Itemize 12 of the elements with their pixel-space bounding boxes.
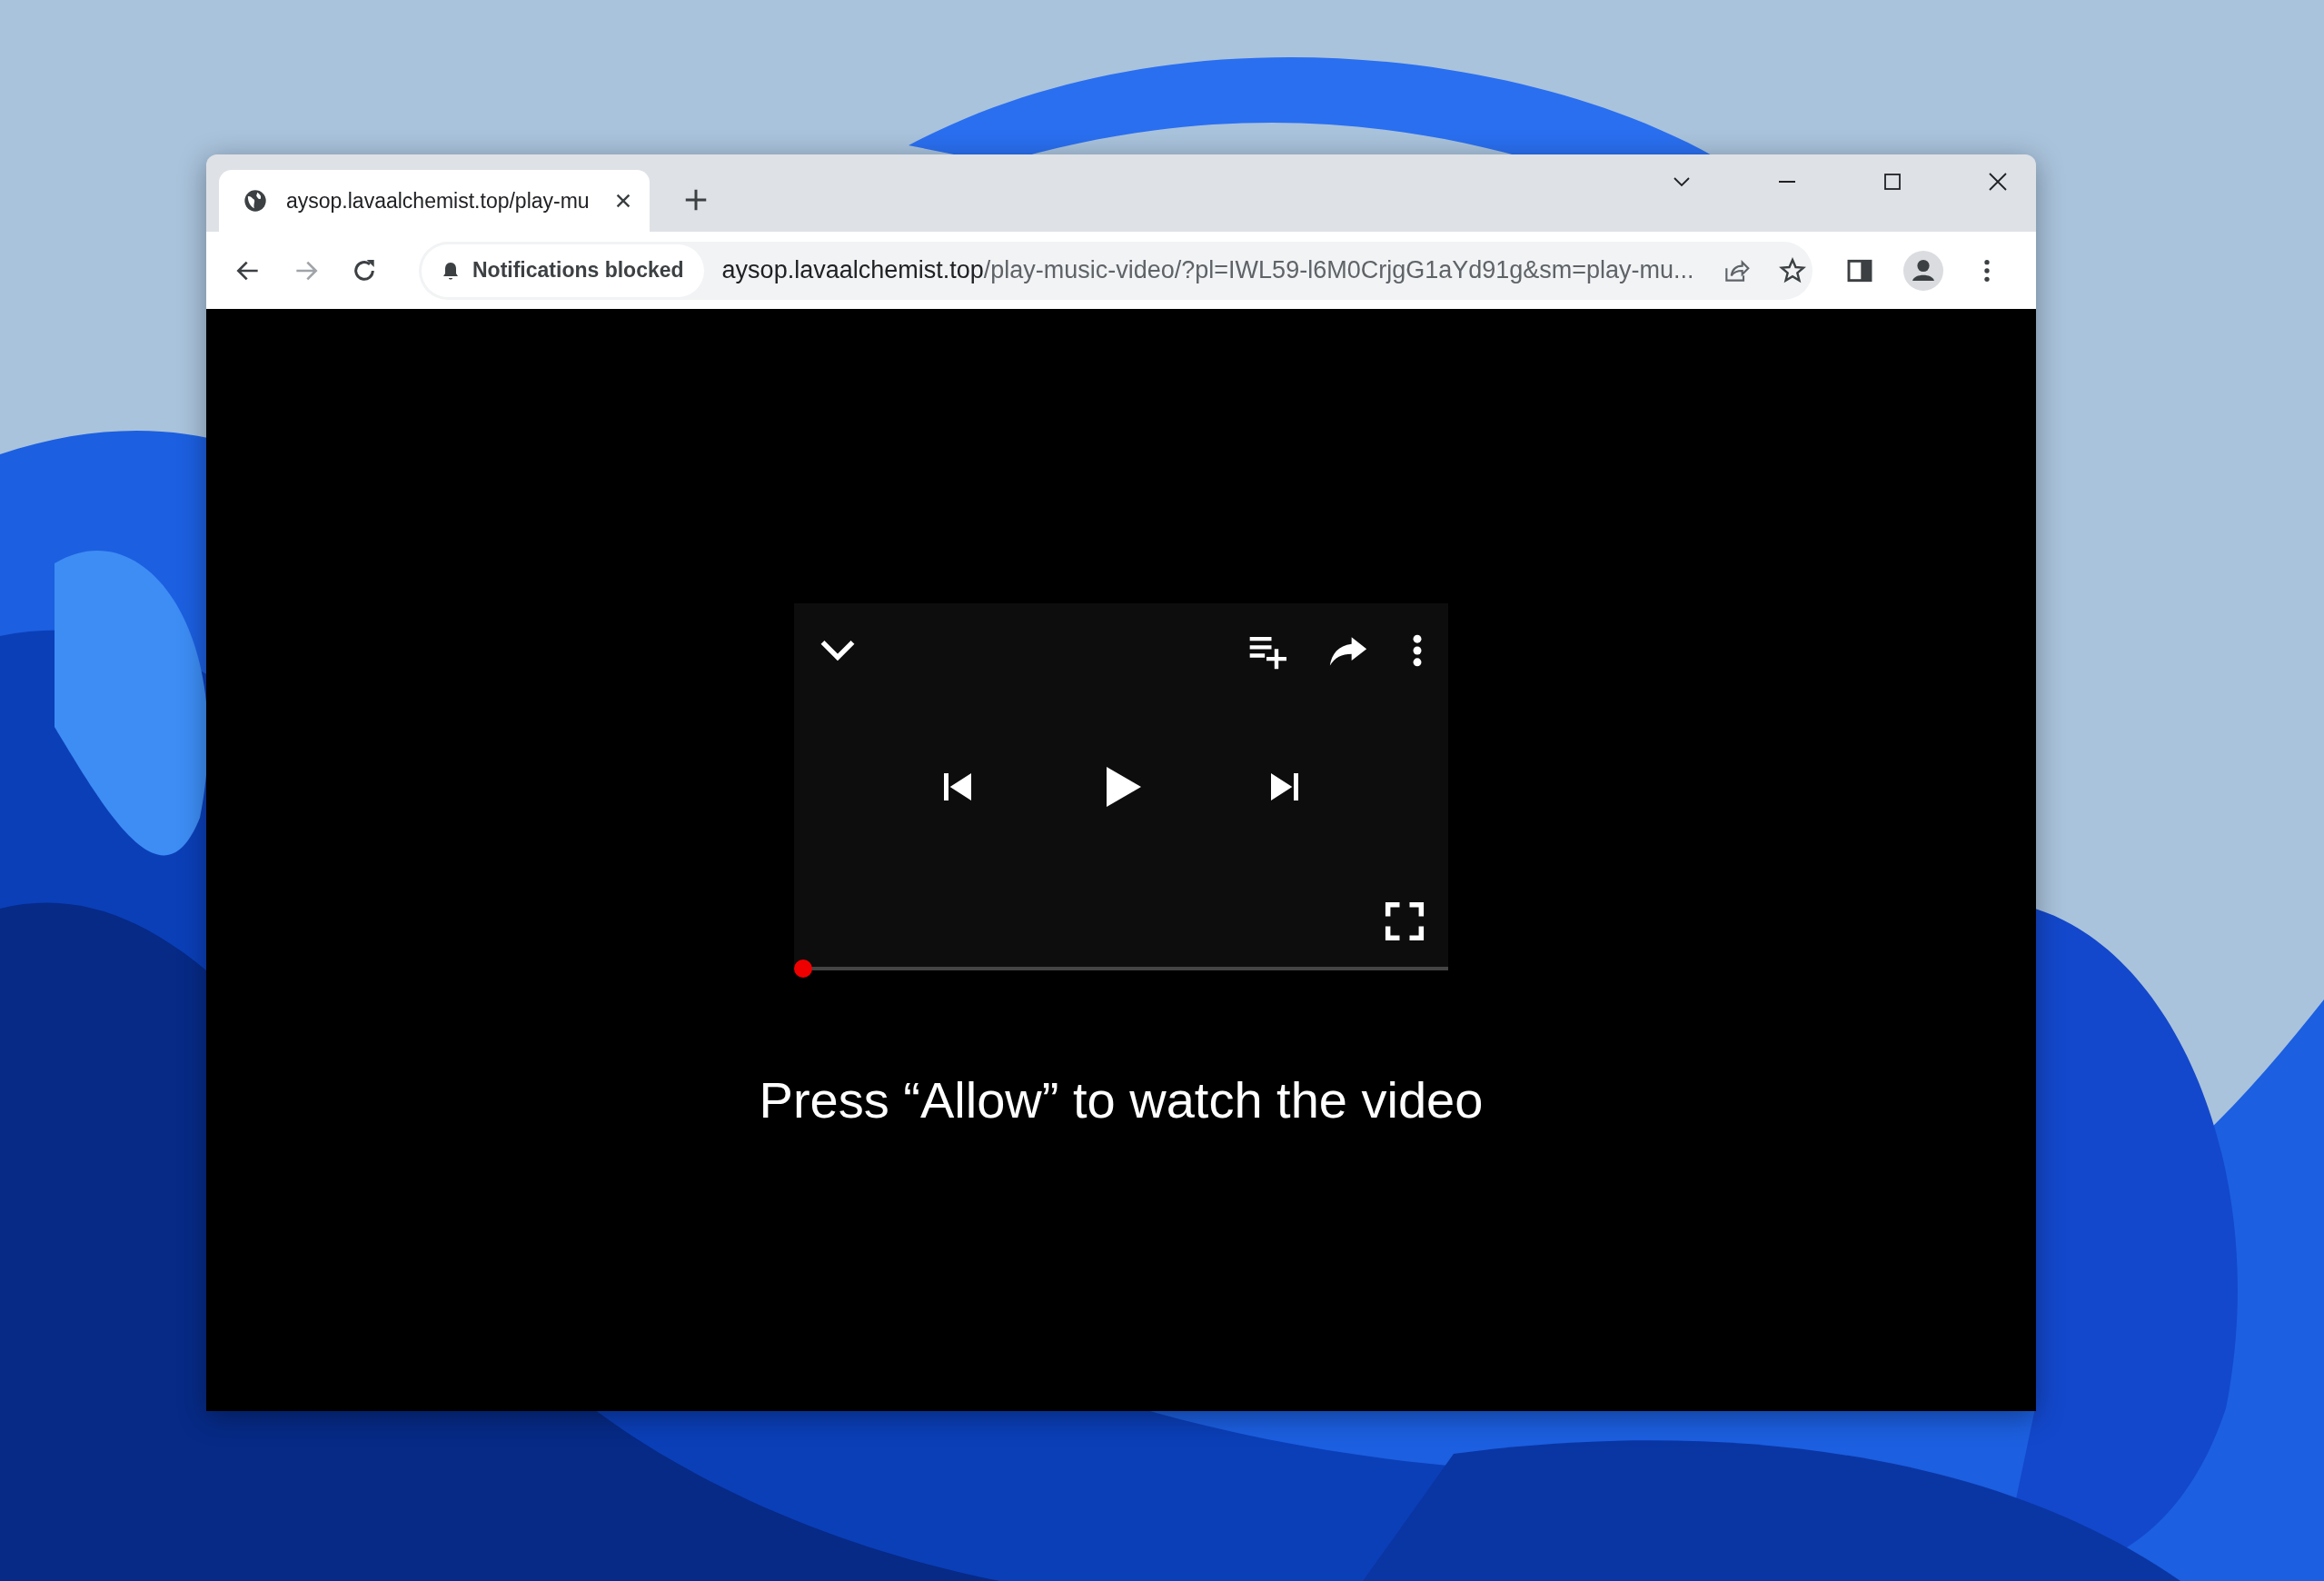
caption-text: Press “Allow” to watch the video <box>759 1070 1484 1129</box>
address-bar[interactable]: Notifications blocked aysop.lavaalchemist.top/play-music-video/?pl=IWL59-l6M0CrjgG1aYd91g&sm=play-mu... <box>419 241 1813 300</box>
star-icon[interactable] <box>1777 255 1807 285</box>
url-text: aysop.lavaalchemist.top/play-music-video/?pl=IWL59-l6M0CrjgG1aYd91g&sm=play-mu... <box>721 256 1694 284</box>
close-icon[interactable] <box>1987 171 2009 193</box>
maximize-icon[interactable] <box>1882 171 1903 193</box>
fullscreen-icon[interactable] <box>1385 901 1425 941</box>
progress-thumb[interactable] <box>794 960 812 978</box>
globe-icon <box>243 188 268 214</box>
permission-chip[interactable]: Notifications blocked <box>422 244 704 297</box>
profile-icon[interactable] <box>1903 250 1943 291</box>
browser-tab[interactable]: aysop.lavaalchemist.top/play-mu <box>219 170 650 232</box>
